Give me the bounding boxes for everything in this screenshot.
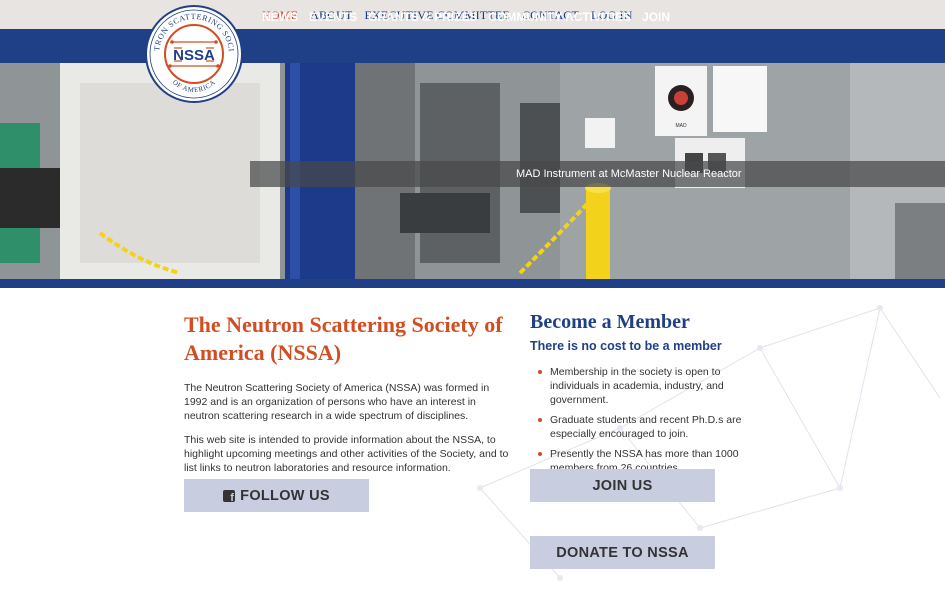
main-nav-bar <box>0 29 945 63</box>
list-item: Graduate students and recent Ph.D.s are … <box>530 413 770 441</box>
nav-news[interactable]: NEWS <box>262 10 298 24</box>
member-title: Become a Member <box>530 311 690 333</box>
follow-us-label: FOLLOW US <box>240 487 330 504</box>
logo-abbr: NSSA <box>173 47 215 64</box>
poster-label: MAD <box>675 123 687 129</box>
main-nav: NEWS EVENTS GRANTS & PRIZES COMMUNITY AC… <box>262 10 681 24</box>
hero-banner: MAD MAD Instrument at McMaster Nuclear R… <box>0 63 945 279</box>
intro-paragraph-1: The Neutron Scattering Society of Americ… <box>184 382 490 422</box>
member-section: Become a Member There is no cost to be a… <box>530 310 770 481</box>
member-benefits-list: Membership in the society is open to ind… <box>530 365 770 475</box>
nav-community-activities[interactable]: COMMUNITY ACTIVITIES <box>488 10 631 24</box>
facebook-icon <box>223 489 236 504</box>
follow-us-button[interactable]: FOLLOW US <box>184 479 369 512</box>
intro-title: The Neutron Scattering Society of Americ… <box>184 312 503 365</box>
join-us-button[interactable]: JOIN US <box>530 469 715 502</box>
nav-grants-prizes[interactable]: GRANTS & PRIZES <box>368 10 477 24</box>
hero-bottom-stripe <box>0 279 945 288</box>
hero-caption: MAD Instrument at McMaster Nuclear React… <box>516 168 742 180</box>
nav-events[interactable]: EVENTS <box>309 10 357 24</box>
donate-button[interactable]: DONATE TO NSSA <box>530 536 715 569</box>
intro-paragraph-2: This web site is intended to provide inf… <box>184 434 509 474</box>
intro-section: The Neutron Scattering Society of Americ… <box>184 311 510 475</box>
nssa-logo[interactable]: NEUTRON SCATTERING SOCIETY OF AMERICA NS… <box>144 4 244 104</box>
nav-join[interactable]: JOIN <box>642 10 670 24</box>
member-subtitle: There is no cost to be a member <box>530 339 722 353</box>
list-item: Membership in the society is open to ind… <box>530 365 770 407</box>
